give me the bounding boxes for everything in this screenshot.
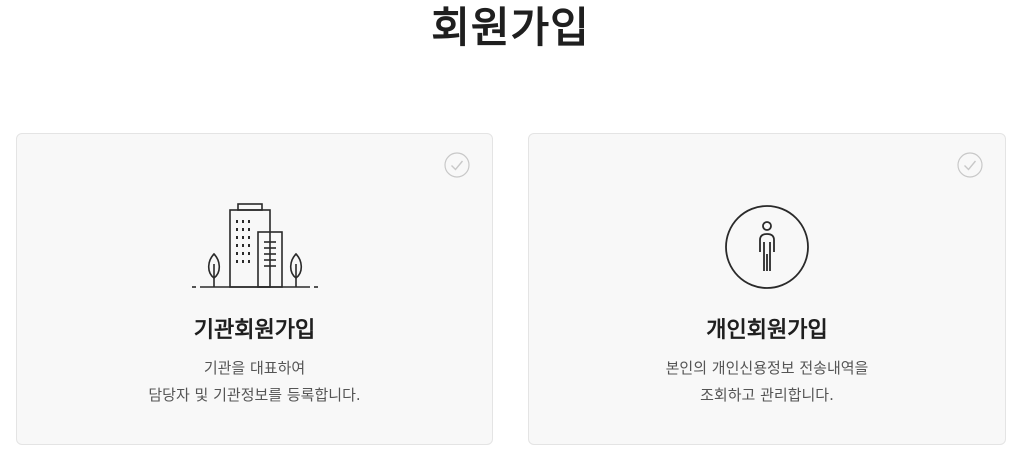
page-title: 회원가입	[431, 3, 590, 52]
personal-desc-line-1: 본인의 개인신용정보 전송내역을	[665, 359, 869, 377]
personal-signup-description: 본인의 개인신용정보 전송내역을 조회하고 관리합니다.	[529, 355, 1005, 409]
org-signup-card[interactable]: 기관회원가입 기관을 대표하여 담당자 및 기관정보를 등록합니다.	[16, 133, 493, 445]
signup-page: 회원가입 기관회원가입 기관을 대표하여 담당자 및 기관정보를 등록합니다. …	[0, 0, 1021, 459]
person-icon	[725, 205, 809, 289]
personal-desc-line-2: 조회하고 관리합니다.	[700, 386, 834, 404]
org-desc-line-2: 담당자 및 기관정보를 등록합니다.	[148, 386, 361, 404]
org-desc-line-1: 기관을 대표하여	[203, 359, 306, 377]
org-signup-title: 기관회원가입	[193, 318, 316, 343]
check-circle-icon[interactable]	[957, 152, 983, 178]
building-icon	[191, 203, 318, 288]
check-circle-icon[interactable]	[444, 152, 470, 178]
personal-signup-card[interactable]: 개인회원가입 본인의 개인신용정보 전송내역을 조회하고 관리합니다.	[528, 133, 1006, 445]
personal-signup-title: 개인회원가입	[706, 318, 828, 343]
org-signup-description: 기관을 대표하여 담당자 및 기관정보를 등록합니다.	[17, 355, 492, 409]
